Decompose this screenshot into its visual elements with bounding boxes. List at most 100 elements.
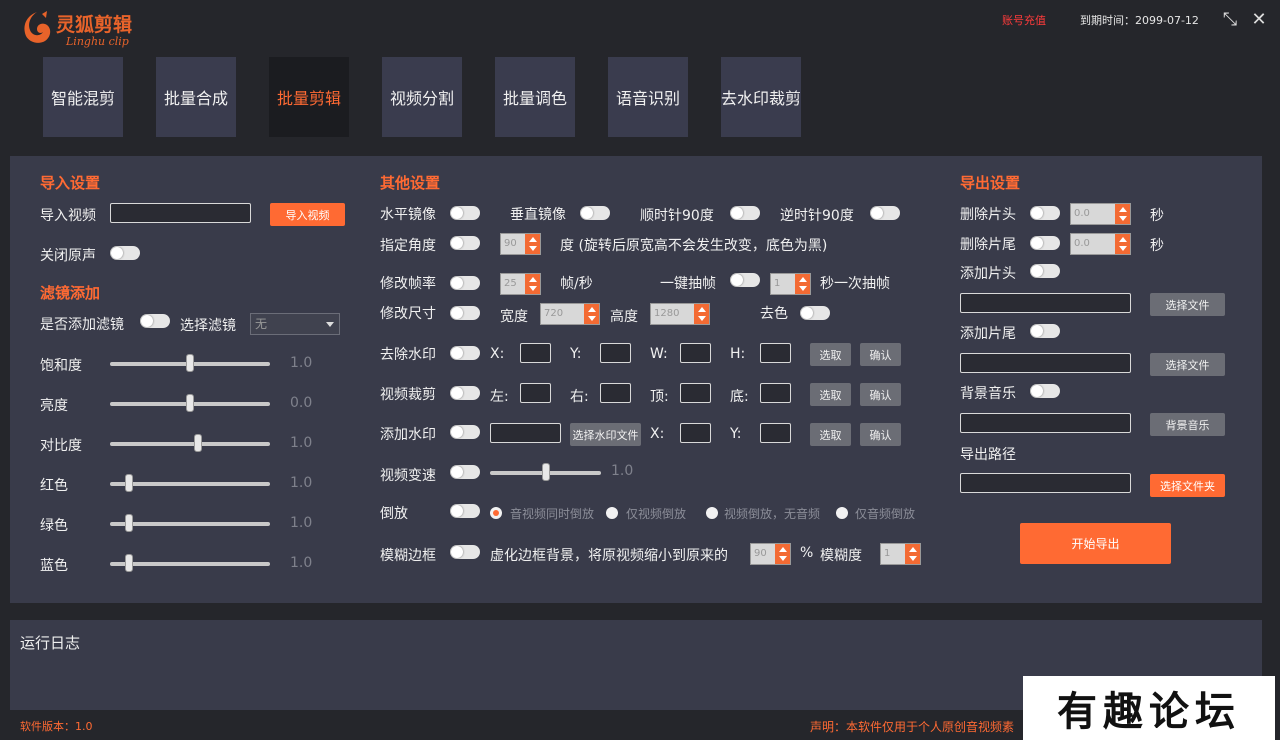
import-video-button[interactable]: 导入视频 [270, 203, 345, 226]
h-mirror-toggle[interactable] [450, 206, 480, 220]
add-head-toggle[interactable] [1030, 264, 1060, 278]
decolor-toggle[interactable] [800, 306, 830, 320]
width-stepper[interactable]: 720 [540, 303, 600, 325]
filter-slider-handle[interactable] [125, 474, 134, 492]
wm-y-input[interactable] [600, 343, 631, 363]
filter-slider-track[interactable] [110, 442, 270, 446]
tail-choose-file-button[interactable]: 选择文件 [1150, 353, 1225, 376]
minimize-icon[interactable]: ⤡ [1220, 10, 1240, 30]
tab-batch-edit[interactable]: 批量剪辑 [269, 57, 349, 137]
add-tail-toggle[interactable] [1030, 324, 1060, 338]
bgm-toggle[interactable] [1030, 384, 1060, 398]
del-tail-toggle[interactable] [1030, 236, 1060, 250]
add-wm-toggle[interactable] [450, 425, 480, 439]
filter-slider-handle[interactable] [186, 354, 194, 372]
head-file-input[interactable] [960, 293, 1131, 313]
filter-slider-handle[interactable] [186, 394, 194, 412]
tab-batch-compose[interactable]: 批量合成 [156, 57, 236, 137]
stepper-arrows-icon[interactable] [525, 234, 540, 254]
start-export-button[interactable]: 开始导出 [1020, 523, 1171, 564]
mute-toggle[interactable] [110, 246, 140, 260]
stepper-arrows-icon[interactable] [1115, 234, 1130, 254]
crop-pick-button[interactable]: 选取 [810, 383, 851, 406]
reverse-opt-audio: 仅音频倒放 [855, 507, 916, 521]
wm-x-input[interactable] [520, 343, 551, 363]
add-wm-y-input[interactable] [760, 423, 791, 443]
tab-video-split[interactable]: 视频分割 [382, 57, 462, 137]
filter-slider-value: 1.0 [290, 355, 313, 371]
crop-bottom-input[interactable] [760, 383, 791, 403]
reverse-opt-noaudio-radio[interactable] [706, 507, 718, 519]
extract-stepper[interactable]: 1 [770, 273, 811, 295]
bgm-button[interactable]: 背景音乐 [1150, 413, 1225, 436]
wm-h-input[interactable] [760, 343, 791, 363]
wm-confirm-button[interactable]: 确认 [860, 343, 901, 366]
filter-slider-handle[interactable] [194, 434, 202, 452]
crop-right-input[interactable] [600, 383, 631, 403]
stepper-arrows-icon[interactable] [905, 544, 920, 564]
import-video-field[interactable] [110, 203, 251, 223]
mute-label: 关闭原声 [40, 248, 96, 264]
tab-remove-watermark[interactable]: 去水印裁剪 [721, 57, 801, 137]
choose-folder-button[interactable]: 选择文件夹 [1150, 474, 1225, 497]
extract-toggle[interactable] [730, 273, 760, 287]
cw90-toggle[interactable] [730, 206, 760, 220]
head-choose-file-button[interactable]: 选择文件 [1150, 293, 1225, 316]
stepper-arrows-icon[interactable] [775, 544, 790, 564]
del-tail-stepper[interactable]: 0.0 [1070, 233, 1131, 255]
add-filter-toggle[interactable] [140, 314, 170, 328]
speed-toggle[interactable] [450, 465, 480, 479]
del-head-stepper[interactable]: 0.0 [1070, 203, 1131, 225]
filter-slider-handle[interactable] [125, 554, 134, 572]
filter-slider-track[interactable] [110, 562, 270, 566]
recharge-link[interactable]: 账号充值 [1002, 12, 1046, 28]
blur-toggle[interactable] [450, 545, 480, 559]
stepper-arrows-icon[interactable] [795, 274, 810, 294]
crop-left-input[interactable] [520, 383, 551, 403]
filter-slider-label: 亮度 [40, 398, 68, 414]
v-mirror-toggle[interactable] [580, 206, 610, 220]
add-wm-pick-button[interactable]: 选取 [810, 423, 851, 446]
fps-stepper[interactable]: 25 [500, 273, 541, 295]
blur-degree-stepper[interactable]: 1 [880, 543, 921, 565]
reverse-opt-video-radio[interactable] [606, 507, 618, 519]
add-wm-x-input[interactable] [680, 423, 711, 443]
close-icon[interactable]: ✕ [1249, 10, 1269, 30]
crop-top-input[interactable] [680, 383, 711, 403]
add-wm-confirm-button[interactable]: 确认 [860, 423, 901, 446]
wm-w-input[interactable] [680, 343, 711, 363]
bgm-file-input[interactable] [960, 413, 1131, 433]
height-stepper[interactable]: 1280 [650, 303, 710, 325]
reverse-toggle[interactable] [450, 504, 480, 518]
tab-smart-mix[interactable]: 智能混剪 [43, 57, 123, 137]
size-toggle[interactable] [450, 306, 480, 320]
ccw90-toggle[interactable] [870, 206, 900, 220]
wm-x-label: X: [490, 346, 505, 362]
speed-slider-handle[interactable] [541, 463, 550, 481]
choose-wm-file-button[interactable]: 选择水印文件 [570, 423, 641, 446]
wm-pick-button[interactable]: 选取 [810, 343, 851, 366]
filter-slider-track[interactable] [110, 522, 270, 526]
tab-batch-color[interactable]: 批量调色 [495, 57, 575, 137]
export-path-input[interactable] [960, 473, 1131, 493]
tail-file-input[interactable] [960, 353, 1131, 373]
crop-toggle[interactable] [450, 386, 480, 400]
filter-slider-track[interactable] [110, 482, 270, 486]
stepper-arrows-icon[interactable] [525, 274, 540, 294]
stepper-arrows-icon[interactable] [584, 304, 599, 324]
reverse-opt-audio-radio[interactable] [836, 507, 848, 519]
filter-select[interactable]: 无 [250, 313, 340, 335]
wm-file-input[interactable] [490, 423, 561, 443]
crop-confirm-button[interactable]: 确认 [860, 383, 901, 406]
angle-toggle[interactable] [450, 236, 480, 250]
remove-wm-toggle[interactable] [450, 346, 480, 360]
blur-scale-stepper[interactable]: 90 [750, 543, 791, 565]
del-head-toggle[interactable] [1030, 206, 1060, 220]
tab-speech-recognition[interactable]: 语音识别 [608, 57, 688, 137]
filter-slider-handle[interactable] [125, 514, 134, 532]
stepper-arrows-icon[interactable] [694, 304, 709, 324]
stepper-arrows-icon[interactable] [1115, 204, 1130, 224]
reverse-opt-both-radio[interactable] [490, 507, 502, 519]
angle-stepper[interactable]: 90 [500, 233, 541, 255]
fps-toggle[interactable] [450, 276, 480, 290]
